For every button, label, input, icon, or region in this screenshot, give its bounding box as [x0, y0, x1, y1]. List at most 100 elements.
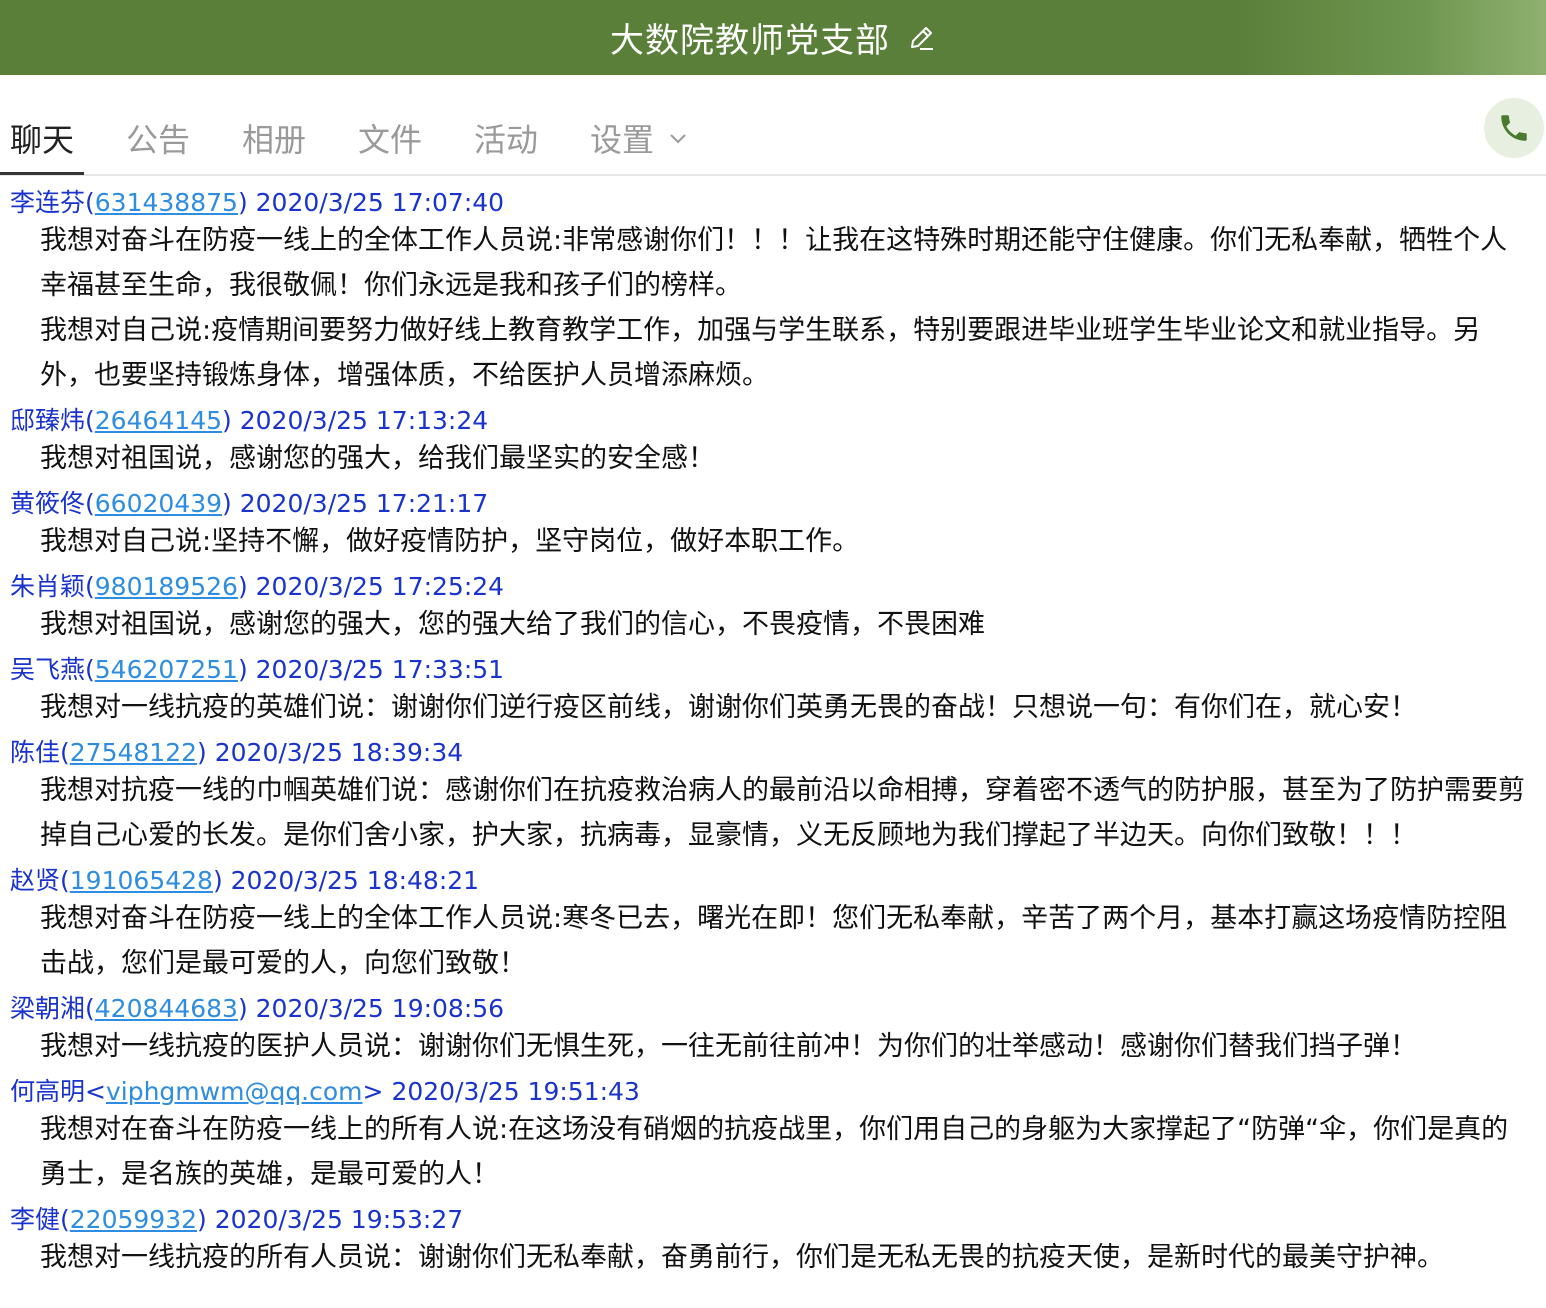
message-timestamp: 2020/3/25 17:33:51 [255, 655, 505, 684]
message-space [207, 1205, 215, 1234]
message-timestamp: 2020/3/25 18:39:34 [214, 738, 464, 767]
sender-name: 梁朝湘 [10, 994, 86, 1023]
message-header: 梁朝湘(420844683) 2020/3/25 19:08:56 [10, 994, 1546, 1024]
sender-id-link[interactable]: 546207251 [95, 655, 238, 684]
id-close-bracket: ) [212, 866, 223, 895]
message-timestamp: 2020/3/25 17:25:24 [255, 572, 505, 601]
tab-activity-label: 活动 [474, 121, 539, 159]
id-close-bracket: ) [237, 572, 248, 601]
sender-id-link[interactable]: 66020439 [95, 489, 222, 518]
sender-id-link[interactable]: 420844683 [95, 994, 238, 1023]
sender-id-link[interactable]: 26464145 [95, 406, 222, 435]
message-timestamp: 2020/3/25 19:51:43 [391, 1077, 640, 1106]
message-timestamp: 2020/3/25 17:21:17 [239, 489, 489, 518]
message-text: 我想对自己说:疫情期间要努力做好线上教育教学工作，加强与学生联系，特别要跟进毕业… [40, 315, 1481, 391]
message-body: 我想对自己说:坚持不懈，做好疫情防护，坚守岗位，做好本职工作。 [10, 519, 1546, 564]
id-open-bracket: ( [85, 655, 95, 684]
message-text: 我想对一线抗疫的英雄们说：谢谢你们逆行疫区前线，谢谢你们英勇无畏的奋战！只想说一… [40, 692, 1417, 723]
tab-files-label: 文件 [358, 121, 423, 159]
sender-id-link[interactable]: 22059932 [70, 1205, 197, 1234]
sender-id-link[interactable]: 631438875 [95, 188, 238, 217]
message-header: 何高明<viphgmwm@qq.com> 2020/3/25 19:51:43 [10, 1077, 1546, 1107]
id-open-bracket: ( [85, 572, 95, 601]
sender-name: 李连芬 [10, 188, 86, 217]
message-space [248, 994, 256, 1023]
tab-chat[interactable]: 聊天 [10, 115, 74, 161]
sender-name: 李健 [10, 1205, 61, 1234]
sender-name: 陈佳 [10, 738, 61, 767]
id-open-bracket: ( [85, 489, 95, 518]
sender-name: 黄筱佟 [10, 489, 86, 518]
sender-name: 吴飞燕 [10, 655, 86, 684]
tab-chat-label: 聊天 [10, 121, 75, 159]
tab-files[interactable]: 文件 [358, 115, 422, 161]
message-space [248, 655, 256, 684]
pencil-icon[interactable] [906, 23, 936, 53]
id-open-bracket: < [85, 1077, 106, 1106]
message-text: 我想对在奋斗在防疫一线上的所有人说:在这场没有硝烟的抗疫战里，你们用自己的身躯为… [40, 1114, 1509, 1190]
tab-bar: 聊天 公告 相册 文件 活动 设置 [0, 75, 1546, 176]
message-body: 我想对一线抗疫的英雄们说：谢谢你们逆行疫区前线，谢谢你们英勇无畏的奋战！只想说一… [10, 685, 1546, 730]
message-text: 我想对自己说:坚持不懈，做好疫情防护，坚守岗位，做好本职工作。 [40, 526, 860, 557]
message-space [248, 572, 256, 601]
message-header: 朱肖颖(980189526) 2020/3/25 17:25:24 [10, 572, 1546, 602]
chevron-down-icon [670, 134, 686, 144]
message-header: 黄筱佟(66020439) 2020/3/25 17:21:17 [10, 489, 1546, 519]
id-close-bracket: ) [222, 489, 232, 518]
sender-id-link[interactable]: 191065428 [70, 866, 213, 895]
message-text: 我想对奋斗在防疫一线上的全体工作人员说:寒冬已去，曙光在即！您们无私奉献，辛苦了… [40, 903, 1508, 979]
tab-settings[interactable]: 设置 [590, 115, 688, 161]
sender-id-link[interactable]: 27548122 [70, 738, 197, 767]
message-header: 李健(22059932) 2020/3/25 19:53:27 [10, 1205, 1546, 1235]
message-timestamp: 2020/3/25 19:53:27 [214, 1205, 464, 1234]
id-close-bracket: ) [222, 406, 232, 435]
message-body: 我想对祖国说，感谢您的强大，您的强大给了我们的信心，不畏疫情，不畏困难 [10, 602, 1546, 647]
message-text: 我想对一线抗疫的所有人员说：谢谢你们无私奉献，奋勇前行，你们是无私无畏的抗疫天使… [40, 1242, 1444, 1273]
message-space [248, 188, 256, 217]
voice-call-button[interactable] [1484, 98, 1544, 158]
id-open-bracket: ( [60, 738, 70, 767]
message-body: 我想对奋斗在防疫一线上的全体工作人员说:寒冬已去，曙光在即！您们无私奉献，辛苦了… [10, 896, 1546, 986]
id-close-bracket: ) [237, 655, 248, 684]
id-close-bracket: ) [197, 738, 207, 767]
message-body: 我想对抗疫一线的巾帼英雄们说：感谢你们在抗疫救治病人的最前沿以命相搏，穿着密不透… [10, 768, 1546, 858]
message-header: 邸臻炜(26464145) 2020/3/25 17:13:24 [10, 406, 1546, 436]
message-header: 赵贤(191065428) 2020/3/25 18:48:21 [10, 866, 1546, 896]
id-close-bracket: ) [237, 188, 248, 217]
id-open-bracket: ( [60, 1205, 70, 1234]
message-space [232, 489, 240, 518]
message-space [232, 406, 240, 435]
phone-icon [1501, 115, 1527, 141]
sender-name: 朱肖颖 [10, 572, 86, 601]
id-close-bracket: > [362, 1077, 384, 1106]
message-body: 我想对奋斗在防疫一线上的全体工作人员说:非常感谢你们！！！让我在这特殊时期还能守… [10, 218, 1546, 398]
message-text: 我想对奋斗在防疫一线上的全体工作人员说:非常感谢你们！！！让我在这特殊时期还能守… [40, 225, 1508, 301]
message-body: 我想对在奋斗在防疫一线上的所有人说:在这场没有硝烟的抗疫战里，你们用自己的身躯为… [10, 1107, 1546, 1197]
message-header: 陈佳(27548122) 2020/3/25 18:39:34 [10, 738, 1546, 768]
message-text: 我想对一线抗疫的医护人员说：谢谢你们无惧生死，一往无前往前冲！为你们的壮举感动！… [40, 1031, 1417, 1062]
active-tab-indicator [0, 172, 84, 175]
chat-message-list[interactable]: 李连芬(631438875) 2020/3/25 17:07:40 我想对奋斗在防… [0, 180, 1546, 1308]
tab-album[interactable]: 相册 [242, 115, 306, 161]
message-body: 我想对祖国说，感谢您的强大，给我们最坚实的安全感！ [10, 436, 1546, 481]
group-title: 大数院教师党支部 [610, 21, 890, 61]
sender-name: 赵贤 [10, 866, 61, 895]
id-open-bracket: ( [85, 188, 95, 217]
id-open-bracket: ( [85, 994, 95, 1023]
tab-announcement-label: 公告 [126, 121, 191, 159]
message-timestamp: 2020/3/25 19:08:56 [255, 994, 505, 1023]
tab-activity[interactable]: 活动 [474, 115, 538, 161]
tab-announcement[interactable]: 公告 [126, 115, 190, 161]
tab-settings-label: 设置 [590, 121, 655, 159]
message-space [223, 866, 231, 895]
tab-album-label: 相册 [242, 121, 307, 159]
sender-id-link[interactable]: viphgmwm@qq.com [106, 1077, 363, 1106]
sender-id-link[interactable]: 980189526 [95, 572, 238, 601]
message-space [207, 738, 215, 767]
message-text: 我想对祖国说，感谢您的强大，给我们最坚实的安全感！ [40, 443, 715, 474]
sender-name: 邸臻炜 [10, 406, 86, 435]
id-close-bracket: ) [237, 994, 248, 1023]
message-timestamp: 2020/3/25 17:13:24 [239, 406, 489, 435]
message-body: 我想对一线抗疫的所有人员说：谢谢你们无私奉献，奋勇前行，你们是无私无畏的抗疫天使… [10, 1235, 1546, 1280]
message-header: 吴飞燕(546207251) 2020/3/25 17:33:51 [10, 655, 1546, 685]
